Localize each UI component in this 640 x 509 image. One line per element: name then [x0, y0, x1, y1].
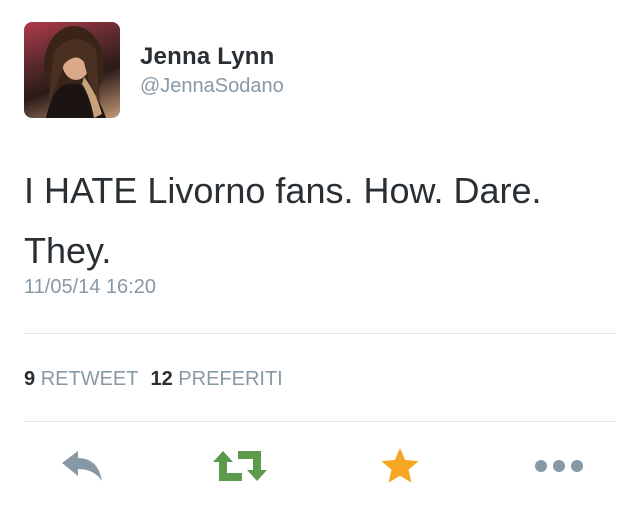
more-icon: [535, 460, 583, 472]
retweet-icon: [213, 451, 267, 481]
retweet-count: 9: [24, 368, 36, 390]
retweet-stat[interactable]: 9 RETWEET: [24, 368, 138, 390]
avatar-image: [44, 26, 106, 118]
reply-icon: [62, 451, 102, 481]
more-button[interactable]: [530, 444, 588, 488]
star-icon: [381, 448, 419, 483]
retweet-label: RETWEET: [40, 368, 139, 390]
tweet-card: Jenna Lynn @JennaSodano I HATE Livorno f…: [0, 0, 640, 509]
tweet-text: I HATE Livorno fans. How. Dare. They.: [24, 170, 542, 271]
favorite-label: PREFERITI: [178, 368, 283, 390]
tweet-timestamp: 11/05/14 16:20: [24, 276, 156, 298]
reply-button[interactable]: [54, 444, 110, 488]
retweet-button[interactable]: [208, 444, 272, 488]
favorite-stat[interactable]: 12 PREFERITI: [150, 368, 282, 390]
divider: [24, 333, 616, 334]
avatar[interactable]: [24, 22, 120, 118]
favorite-count: 12: [150, 368, 173, 390]
divider: [24, 421, 616, 422]
user-name[interactable]: Jenna Lynn: [140, 43, 274, 71]
user-handle[interactable]: @JennaSodano: [140, 75, 284, 98]
tweet-stats: 9 RETWEET 12 PREFERITI: [24, 368, 283, 391]
favorite-button[interactable]: [376, 444, 424, 488]
